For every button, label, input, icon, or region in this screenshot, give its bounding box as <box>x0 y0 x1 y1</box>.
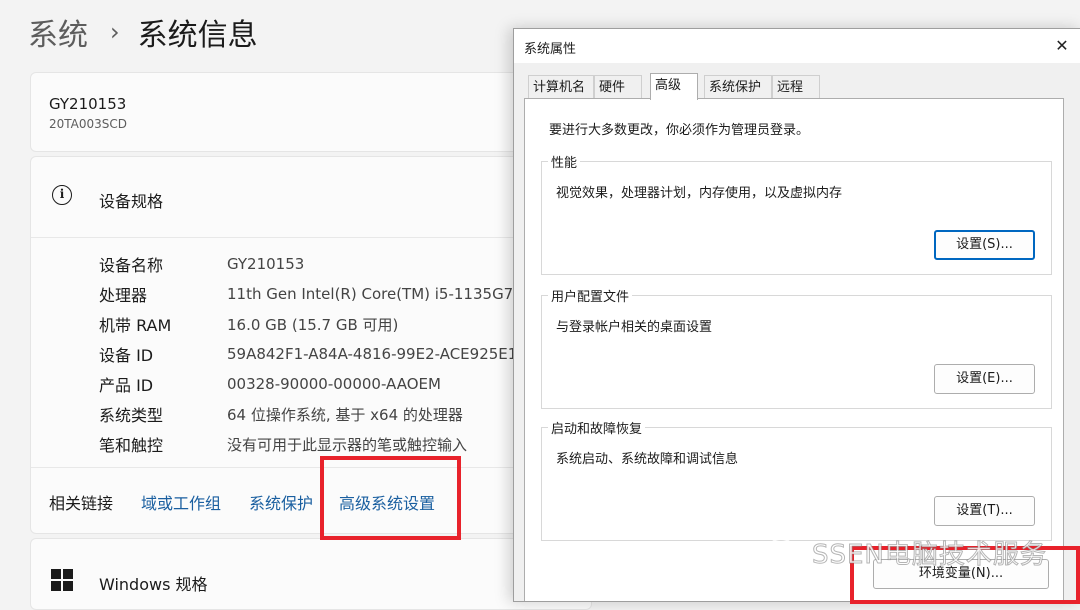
spec-label: 处理器 <box>99 286 148 305</box>
performance-group: 性能 视觉效果，处理器计划，内存使用，以及虚拟内存 设置(S)... <box>541 152 1052 275</box>
spec-value: 59A842F1-A84A-4816-99E2-ACE925E17A <box>227 345 538 363</box>
advanced-tab-panel: 要进行大多数更改，你必须作为管理员登录。 性能 视觉效果，处理器计划，内存使用，… <box>524 98 1064 601</box>
group-legend: 性能 <box>548 152 581 171</box>
tab-system-protection[interactable]: 系统保护 <box>704 75 772 99</box>
windows-specs-card[interactable]: Windows 规格 <box>30 538 592 610</box>
windows-logo-icon <box>51 569 73 591</box>
spec-label: 产品 ID <box>99 376 154 395</box>
spec-label: 机带 RAM <box>99 316 172 335</box>
device-model: 20TA003SCD <box>49 117 128 131</box>
spec-label: 设备名称 <box>99 256 164 275</box>
tab-computer-name[interactable]: 计算机名 <box>528 75 594 99</box>
spec-value: 没有可用于此显示器的笔或触控输入 <box>227 435 468 454</box>
page-title: 系统信息 <box>137 18 258 53</box>
group-legend: 启动和故障恢复 <box>548 418 646 437</box>
device-name: GY210153 <box>49 95 127 113</box>
tab-hardware[interactable]: 硬件 <box>594 75 642 99</box>
user-profiles-group: 用户配置文件 与登录帐户相关的桌面设置 设置(E)... <box>541 286 1052 409</box>
environment-variables-button[interactable]: 环境变量(N)... <box>873 559 1049 589</box>
tab-advanced[interactable]: 高级 <box>650 73 698 100</box>
user-profiles-settings-button[interactable]: 设置(E)... <box>934 364 1035 394</box>
performance-settings-button[interactable]: 设置(S)... <box>934 230 1035 260</box>
device-card: GY210153 20TA003SCD <box>30 72 592 152</box>
windows-specs-title: Windows 规格 <box>99 575 208 594</box>
breadcrumb-parent[interactable]: 系统 <box>28 10 88 54</box>
startup-recovery-group: 启动和故障恢复 系统启动、系统故障和调试信息 设置(T)... <box>541 418 1052 541</box>
spec-value: GY210153 <box>227 255 305 273</box>
admin-note: 要进行大多数更改，你必须作为管理员登录。 <box>549 123 810 138</box>
startup-recovery-settings-button[interactable]: 设置(T)... <box>934 496 1035 526</box>
info-icon: i <box>52 185 72 205</box>
domain-workgroup-link[interactable]: 域或工作组 <box>141 490 221 514</box>
spec-value: 64 位操作系统, 基于 x64 的处理器 <box>227 405 463 424</box>
close-icon[interactable]: ✕ <box>1051 35 1073 57</box>
group-legend: 用户配置文件 <box>548 286 633 305</box>
spec-label: 设备 ID <box>99 346 154 365</box>
breadcrumb: 系统 › 系统信息 <box>28 8 258 56</box>
related-links-label: 相关链接 <box>49 494 114 513</box>
device-specs-header[interactable]: i 设备规格 <box>31 157 591 238</box>
group-description: 系统启动、系统故障和调试信息 <box>556 452 739 467</box>
dialog-titlebar[interactable]: 系统属性 ✕ <box>514 29 1080 63</box>
group-description: 视觉效果，处理器计划，内存使用，以及虚拟内存 <box>556 186 843 201</box>
system-protection-link[interactable]: 系统保护 <box>249 490 313 514</box>
spec-value: 00328-90000-00000-AAOEM <box>227 375 441 393</box>
advanced-system-settings-link[interactable]: 高级系统设置 <box>339 490 435 514</box>
spec-value: 16.0 GB (15.7 GB 可用) <box>227 315 399 334</box>
spec-label: 笔和触控 <box>99 436 164 455</box>
device-specs-title: 设备规格 <box>99 192 164 211</box>
device-specs-card: i 设备规格 设备名称 GY210153 处理器 11th Gen Intel(… <box>30 156 602 534</box>
group-description: 与登录帐户相关的桌面设置 <box>556 320 713 335</box>
breadcrumb-separator-icon: › <box>110 18 120 46</box>
related-links-bar: 相关链接 域或工作组 系统保护 高级系统设置 <box>31 467 591 534</box>
tab-remote[interactable]: 远程 <box>772 75 820 99</box>
dialog-title: 系统属性 <box>524 42 577 57</box>
spec-label: 系统类型 <box>99 406 164 425</box>
system-properties-dialog: 系统属性 ✕ 计算机名 硬件 高级 系统保护 远程 要进行大多数更改，你必须作为… <box>513 28 1080 602</box>
